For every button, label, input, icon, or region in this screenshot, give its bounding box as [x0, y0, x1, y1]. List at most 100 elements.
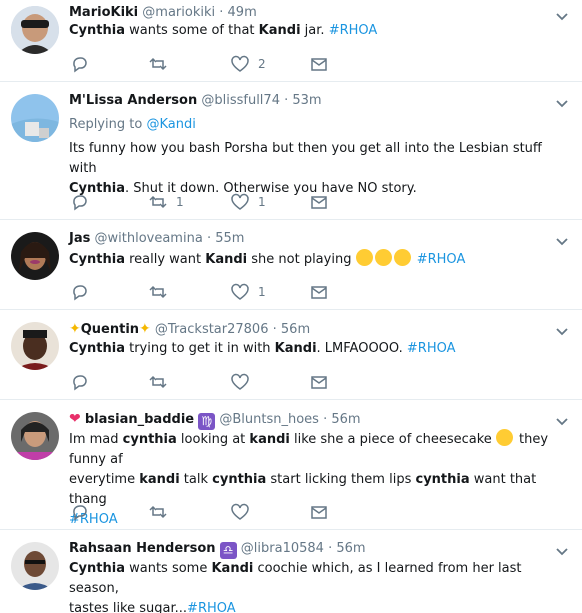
tweet[interactable]: Rahsaan Henderson ♎ @libra10584 · 56m Cy… — [0, 530, 582, 613]
author-name[interactable]: blasian_baddie — [85, 412, 194, 427]
retweet-icon — [149, 57, 167, 71]
hashtag-link[interactable]: #RHOA — [329, 23, 378, 38]
tweet-actions: 2 — [69, 54, 369, 74]
tweet-actions — [69, 502, 369, 522]
like-button[interactable] — [231, 372, 249, 392]
virgo-sign-icon: ♍ — [198, 413, 216, 430]
tweet[interactable]: ✦Quentin✦ @Trackstar27806 · 56m Cynthia … — [0, 310, 582, 400]
avatar[interactable] — [11, 232, 59, 280]
author-name[interactable]: MarioKiki — [69, 5, 138, 20]
retweet-icon — [149, 375, 167, 389]
like-button[interactable]: 1 — [231, 282, 266, 302]
hashtag-link[interactable]: #RHOA — [407, 341, 456, 356]
timestamp[interactable]: 56m — [331, 412, 360, 427]
heart-icon — [231, 373, 249, 390]
tweet-actions: 1 1 — [69, 192, 369, 212]
reply-icon — [73, 505, 87, 521]
reply-button[interactable] — [71, 502, 89, 522]
author-handle[interactable]: @Trackstar27806 — [155, 322, 269, 337]
two-hearts-emoji: ❤ — [69, 411, 81, 427]
retweet-icon — [149, 195, 167, 209]
avatar[interactable] — [11, 322, 59, 370]
timestamp[interactable]: 56m — [281, 322, 310, 337]
tweet[interactable]: MarioKiki @mariokiki · 49m Cynthia wants… — [0, 0, 582, 82]
sparkles-emoji: ✦ — [139, 321, 151, 337]
reply-icon — [73, 285, 87, 301]
timestamp[interactable]: 53m — [292, 93, 321, 108]
envelope-icon — [311, 286, 327, 299]
author-name[interactable]: Jas — [69, 231, 90, 246]
tweet[interactable]: Jas @withloveamina · 55m Cynthia really … — [0, 220, 582, 310]
reply-button[interactable] — [71, 282, 89, 302]
replying-to: Replying to @Kandi — [69, 117, 196, 132]
retweet-button[interactable] — [149, 372, 167, 392]
like-count: 1 — [258, 285, 266, 299]
tweet-text: Cynthia really want Kandi she not playin… — [69, 249, 569, 270]
dm-button[interactable] — [310, 54, 328, 74]
rolling-laughing-emoji — [495, 429, 513, 446]
tweet-actions — [69, 372, 369, 392]
avatar[interactable] — [11, 94, 59, 142]
like-button[interactable]: 1 — [231, 192, 266, 212]
author-handle[interactable]: @mariokiki — [142, 5, 215, 20]
reply-button[interactable] — [71, 54, 89, 74]
chevron-down-icon[interactable] — [554, 323, 570, 339]
chevron-down-icon[interactable] — [554, 543, 570, 559]
envelope-icon — [311, 376, 327, 389]
author-handle[interactable]: @withloveamina — [95, 231, 203, 246]
tweet-feed: MarioKiki @mariokiki · 49m Cynthia wants… — [0, 0, 582, 613]
libra-sign-icon: ♎ — [219, 542, 237, 559]
retweet-button[interactable] — [149, 282, 167, 302]
hashtag-link[interactable]: #RHOA — [417, 252, 466, 267]
dm-button[interactable] — [310, 192, 328, 212]
tweet-text: Its funny how you bash Porsha but then y… — [69, 141, 542, 196]
chevron-down-icon[interactable] — [554, 233, 570, 249]
heart-icon — [231, 283, 249, 300]
dm-button[interactable] — [310, 282, 328, 302]
tears-of-joy-emoji — [355, 249, 373, 266]
retweet-count: 1 — [176, 195, 184, 209]
heart-icon — [231, 193, 249, 210]
reply-button[interactable] — [71, 372, 89, 392]
like-count: 2 — [258, 57, 266, 71]
like-button[interactable] — [231, 502, 249, 522]
timestamp[interactable]: 56m — [336, 541, 365, 556]
author-handle[interactable]: @Bluntsn_hoes — [219, 412, 319, 427]
tweet[interactable]: M'Lissa Anderson @blissfull74 · 53m Repl… — [0, 82, 582, 220]
tweet[interactable]: ❤ blasian_baddie ♍ @Bluntsn_hoes · 56m I… — [0, 400, 582, 530]
envelope-icon — [311, 506, 327, 519]
like-button[interactable]: 2 — [231, 54, 266, 74]
timestamp[interactable]: 49m — [228, 5, 257, 20]
envelope-icon — [311, 196, 327, 209]
chevron-down-icon[interactable] — [554, 413, 570, 429]
author-handle[interactable]: @blissfull74 — [201, 93, 280, 108]
reply-icon — [73, 57, 87, 73]
avatar[interactable] — [11, 412, 59, 460]
author-name[interactable]: Quentin — [81, 322, 139, 337]
heart-icon — [231, 503, 249, 520]
reply-icon — [73, 375, 87, 391]
tears-of-joy-emoji — [393, 249, 411, 266]
sparkles-emoji: ✦ — [69, 321, 81, 337]
author-name[interactable]: Rahsaan Henderson — [69, 541, 216, 556]
tweet-actions: 1 — [69, 282, 369, 302]
mention-link[interactable]: @Kandi — [146, 117, 195, 132]
dm-button[interactable] — [310, 502, 328, 522]
reply-button[interactable] — [71, 192, 89, 212]
retweet-button[interactable] — [149, 502, 167, 522]
avatar[interactable] — [11, 6, 59, 54]
tweet-text: Cynthia trying to get it in with Kandi. … — [69, 341, 456, 356]
timestamp[interactable]: 55m — [215, 231, 244, 246]
author-name[interactable]: M'Lissa Anderson — [69, 93, 197, 108]
heart-icon — [231, 55, 249, 72]
avatar[interactable] — [11, 542, 59, 590]
retweet-button[interactable]: 1 — [149, 192, 184, 212]
envelope-icon — [311, 58, 327, 71]
author-handle[interactable]: @libra10584 — [241, 541, 324, 556]
retweet-icon — [149, 285, 167, 299]
dm-button[interactable] — [310, 372, 328, 392]
chevron-down-icon[interactable] — [554, 95, 570, 111]
tweet-text: Cynthia wants some of that Kandi jar. #R… — [69, 23, 378, 38]
hashtag-link[interactable]: #RHOA — [187, 601, 236, 613]
retweet-button[interactable] — [149, 54, 167, 74]
